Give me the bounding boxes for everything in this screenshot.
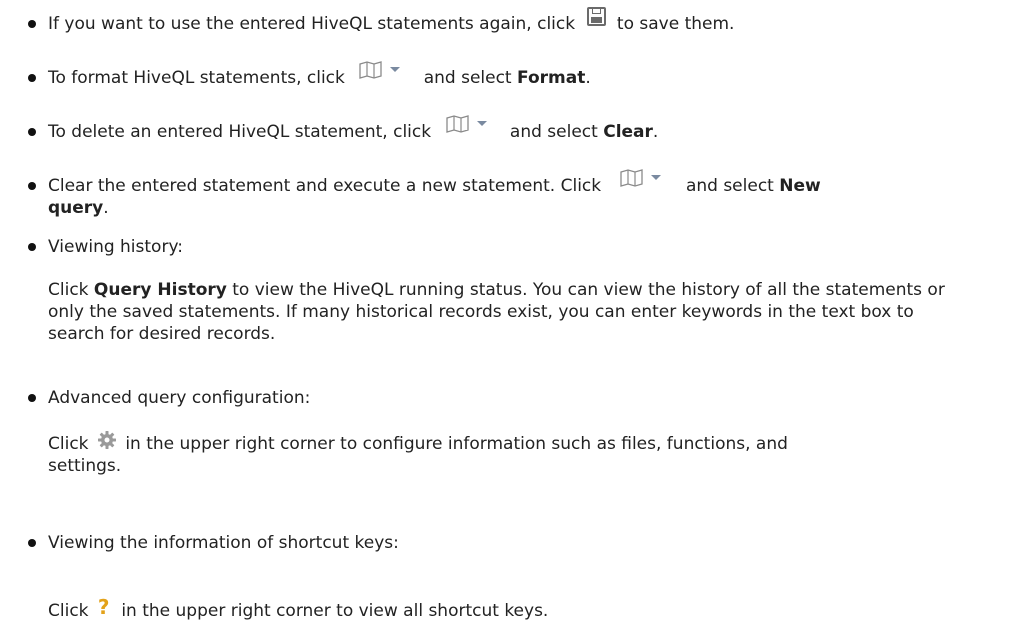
gear-icon (97, 431, 116, 449)
format-text-end: . (585, 68, 591, 88)
history-text-before: Click (48, 280, 89, 300)
save-text-after: to save them. (616, 14, 735, 34)
shortcuts-description: Click ? in the upper right corner to vie… (48, 595, 549, 622)
shortcuts-title: Viewing the information of shortcut keys… (48, 533, 399, 553)
new-query-text-mid: and select (685, 176, 774, 196)
book-dropdown-icon (358, 60, 404, 80)
history-description: Click Query History to view the HiveQL r… (48, 279, 963, 345)
bullet (28, 394, 36, 402)
bullet (28, 182, 36, 190)
new-query-text-before: Clear the entered statement and execute … (48, 176, 602, 196)
shortcuts-text-after: in the upper right corner to view all sh… (121, 601, 549, 621)
clear-text-mid: and select (509, 122, 598, 142)
query-history-label: Query History (93, 280, 227, 300)
bullet (28, 74, 36, 82)
bullet (28, 20, 36, 28)
save-icon (586, 6, 606, 26)
advanced-title: Advanced query configuration: (48, 388, 311, 408)
new-query-instruction-cont: query. (48, 197, 109, 219)
clear-instruction: To delete an entered HiveQL statement, c… (48, 115, 659, 143)
save-text-before: If you want to use the entered HiveQL st… (48, 14, 576, 34)
format-text-before: To format HiveQL statements, click (48, 68, 345, 88)
book-dropdown-icon (619, 168, 665, 188)
advanced-text-after: in the upper right corner to configure i… (125, 434, 788, 454)
question-icon: ? (97, 595, 110, 619)
shortcuts-text-before: Click (48, 601, 89, 621)
new-query-option-label-2: query (48, 198, 104, 218)
advanced-text-before: Click (48, 434, 89, 454)
format-option-label: Format (517, 68, 586, 88)
advanced-description-cont: settings. (48, 456, 122, 476)
format-text-mid: and select (423, 68, 512, 88)
bullet (28, 539, 36, 547)
new-query-instruction: Clear the entered statement and execute … (48, 169, 821, 197)
new-query-option-label-1: New (779, 176, 821, 196)
new-query-text-end: . (103, 198, 109, 218)
book-dropdown-icon (445, 114, 491, 134)
save-instruction: If you want to use the entered HiveQL st… (48, 6, 735, 35)
clear-text-end: . (652, 122, 659, 142)
history-title: Viewing history: (48, 237, 183, 257)
clear-option-label: Clear (603, 122, 653, 142)
format-instruction: To format HiveQL statements, click and s… (48, 61, 591, 89)
bullet (28, 128, 36, 136)
clear-text-before: To delete an entered HiveQL statement, c… (48, 122, 432, 142)
bullet (28, 243, 36, 251)
advanced-description: Click in the upper right corner to confi… (48, 431, 788, 455)
